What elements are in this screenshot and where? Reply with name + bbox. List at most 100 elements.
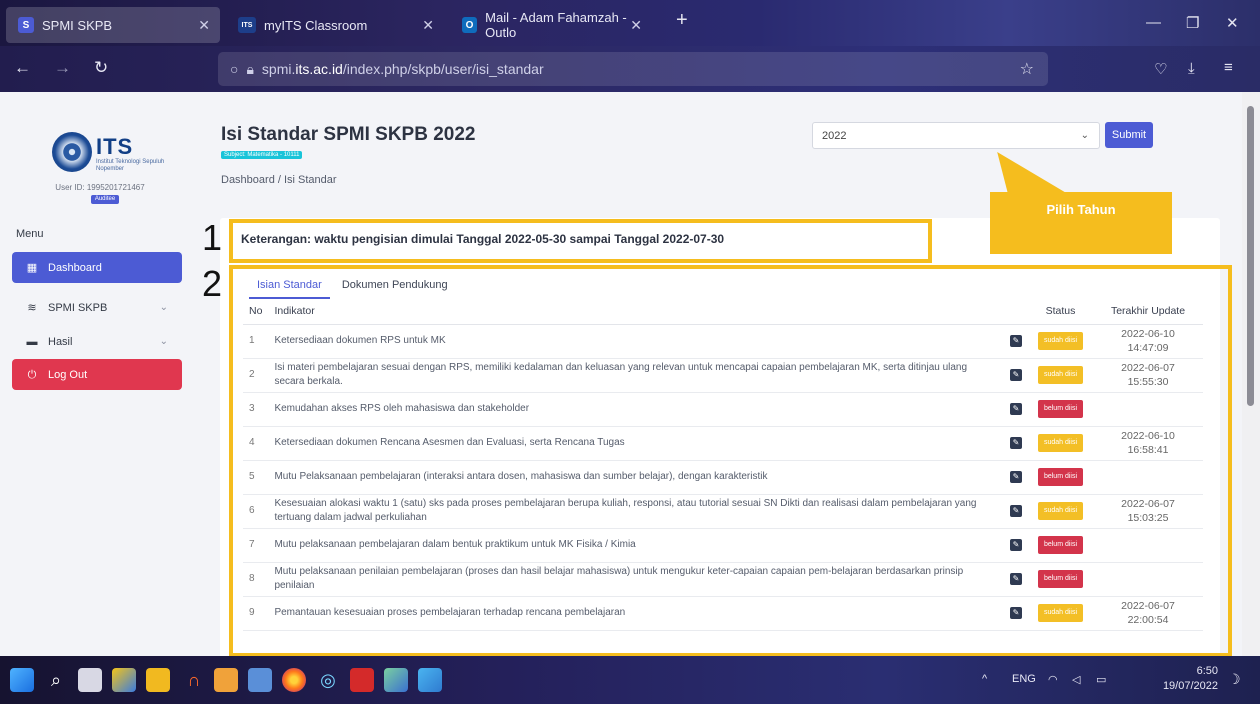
edit-icon[interactable]: ✎ <box>1010 369 1022 381</box>
close-tab-icon[interactable]: ✕ <box>198 17 210 34</box>
firefox-icon[interactable] <box>282 668 306 692</box>
task-view-icon[interactable] <box>78 668 102 692</box>
paint-icon[interactable] <box>384 668 408 692</box>
reload-icon[interactable]: ↻ <box>94 58 108 78</box>
table-highlight: Isian Standar Dokumen Pendukung No Indik… <box>229 265 1232 656</box>
new-tab-icon[interactable]: + <box>676 9 688 32</box>
restore-icon[interactable]: ❐ <box>1186 14 1199 32</box>
update-time: 22:00:54 <box>1127 614 1169 626</box>
sidebar-item-logout[interactable]: ⏻ Log Out <box>12 359 182 390</box>
row-indikator: Pemantauan kesesuaian proses pembelajara… <box>268 596 1004 631</box>
page-scrollbar[interactable] <box>1242 92 1260 656</box>
edit-icon[interactable]: ✎ <box>1010 335 1022 347</box>
row-edit-cell: ✎ <box>1004 596 1028 631</box>
table-row: 7 Mutu pelaksanaan pembelajaran dalam ben… <box>243 528 1203 563</box>
row-indikator: Mutu Pelaksanaan pembelajaran (interaksi… <box>268 460 1004 495</box>
year-select[interactable]: 2022 ⌄ <box>812 122 1100 149</box>
downloads-icon[interactable]: ⤓ <box>1188 60 1195 77</box>
clock-time: 6:50 <box>1196 665 1218 677</box>
header-indikator: Indikator <box>268 299 1004 325</box>
logo-subtitle: Institut Teknologi Sepuluh Nopember <box>96 159 165 172</box>
table-row: 1 Ketersediaan dokumen RPS untuk MK ✎ sudah… <box>243 324 1203 359</box>
row-number: 9 <box>243 596 269 631</box>
system-clock[interactable]: 6:50 19/07/2022 <box>1152 664 1218 694</box>
tab-myits-classroom[interactable]: ITS myITS Classroom ✕ <box>226 7 444 43</box>
photos-icon[interactable] <box>418 668 442 692</box>
menu-hamburger-icon[interactable]: ≡ <box>1224 59 1233 76</box>
tab-spmi-skpb[interactable]: S SPMI SKPB ✕ <box>6 7 220 43</box>
tab-label: Mail - Adam Fahamzah - Outlo <box>485 10 627 40</box>
row-status-cell: belum diisi <box>1028 460 1093 495</box>
file-explorer-icon[interactable] <box>146 668 170 692</box>
forward-arrow-icon[interactable]: → <box>54 58 71 78</box>
row-number: 6 <box>243 494 269 529</box>
lock-icon[interactable]: 🔒︎ <box>246 61 253 78</box>
acrobat-icon[interactable] <box>350 668 374 692</box>
edit-icon[interactable]: ✎ <box>1010 573 1022 585</box>
table-row: 6 Kesesuaian alokasi waktu 1 (satu) sks p… <box>243 494 1203 529</box>
table-row: 4 Ketersediaan dokumen Rencana Asesmen da… <box>243 426 1203 461</box>
minimize-icon[interactable]: — <box>1146 14 1161 31</box>
close-tab-icon[interactable]: ✕ <box>422 17 434 34</box>
address-bar[interactable]: ○ 🔒︎ spmi. its.ac.id/index.php/skpb/user/… <box>218 52 1048 86</box>
focus-moon-icon[interactable]: ☽ <box>1228 671 1241 688</box>
row-update: 2022-06-07 15:03:25 <box>1093 494 1203 529</box>
windows-start-icon[interactable] <box>10 668 34 692</box>
back-arrow-icon[interactable]: ← <box>14 58 31 78</box>
row-update <box>1093 562 1203 597</box>
status-badge: sudah diisi <box>1037 604 1084 622</box>
edit-icon[interactable]: ✎ <box>1010 505 1022 517</box>
tray-chevron-up-icon[interactable]: ^ <box>982 673 987 685</box>
edit-icon[interactable]: ✎ <box>1010 539 1022 551</box>
edit-icon[interactable]: ✎ <box>1010 607 1022 619</box>
sublime-icon[interactable] <box>214 668 238 692</box>
folder-icon: ▬ <box>26 335 38 348</box>
volume-icon[interactable]: ◁ <box>1072 673 1080 686</box>
update-time: 15:55:30 <box>1127 376 1169 388</box>
table-body: 1 Ketersediaan dokumen RPS untuk MK ✎ sudah… <box>243 324 1203 631</box>
row-update: 2022-06-07 22:00:54 <box>1093 596 1203 631</box>
arc-app-icon[interactable]: ∩ <box>182 668 206 692</box>
sidebar-item-spmi-skpb[interactable]: ≋ SPMI SKPB ⌄ <box>12 292 182 323</box>
pocket-icon[interactable]: ♡ <box>1154 60 1167 78</box>
submit-button[interactable]: Submit <box>1105 122 1153 148</box>
bookmark-star-icon[interactable]: ☆ <box>1020 59 1034 79</box>
its-logo: ITS Institut Teknologi Sepuluh Nopember <box>52 132 177 174</box>
sidebar-item-label: Hasil <box>48 335 73 348</box>
row-update <box>1093 460 1203 495</box>
update-date: 2022-06-07 <box>1121 498 1175 510</box>
breadcrumb[interactable]: Dashboard / Isi Standar <box>221 174 337 186</box>
search-icon[interactable]: ⌕ <box>44 668 68 692</box>
row-status-cell: sudah diisi <box>1028 358 1093 393</box>
language-indicator[interactable]: ENG <box>1012 673 1036 685</box>
widgets-icon[interactable] <box>112 668 136 692</box>
battery-icon[interactable]: ▭ <box>1096 673 1106 686</box>
tab-label: myITS Classroom <box>264 17 368 33</box>
chrome-icon[interactable]: ◎ <box>316 668 340 692</box>
close-window-icon[interactable]: ✕ <box>1226 14 1239 32</box>
row-number: 7 <box>243 528 269 563</box>
row-edit-cell: ✎ <box>1004 528 1028 563</box>
keterangan-highlight: Keterangan: waktu pengisian dimulai Tang… <box>229 219 932 263</box>
scrollbar-thumb[interactable] <box>1247 106 1254 406</box>
sidebar-item-hasil[interactable]: ▬ Hasil ⌄ <box>12 326 182 357</box>
edit-icon[interactable]: ✎ <box>1010 471 1022 483</box>
url-domain: its.ac.id <box>295 61 343 77</box>
shield-icon[interactable]: ○ <box>230 61 238 77</box>
tab-isian-standar[interactable]: Isian Standar <box>249 277 330 299</box>
tab-outlook-mail[interactable]: O Mail - Adam Fahamzah - Outlo ✕ <box>450 7 664 43</box>
teams-icon[interactable] <box>248 668 272 692</box>
table-row: 3 Kemudahan akses RPS oleh mahasiswa dan … <box>243 392 1203 427</box>
edit-icon[interactable]: ✎ <box>1010 403 1022 415</box>
tab-dokumen-pendukung[interactable]: Dokumen Pendukung <box>334 277 456 299</box>
table-row: 9 Pemantauan kesesuaian proses pembelajar… <box>243 596 1203 631</box>
browser-tab-bar: S SPMI SKPB ✕ ITS myITS Classroom ✕ O Ma… <box>0 0 1260 46</box>
sidebar-item-label: SPMI SKPB <box>48 301 108 314</box>
sidebar-item-dashboard[interactable]: ▦ Dashboard <box>12 252 182 283</box>
wifi-icon[interactable]: ◠ <box>1048 673 1058 686</box>
row-edit-cell: ✎ <box>1004 460 1028 495</box>
row-indikator: Mutu pelaksanaan pembelajaran dalam bent… <box>268 528 1004 563</box>
row-update: 2022-06-07 15:55:30 <box>1093 358 1203 393</box>
edit-icon[interactable]: ✎ <box>1010 437 1022 449</box>
close-tab-icon[interactable]: ✕ <box>630 17 642 34</box>
